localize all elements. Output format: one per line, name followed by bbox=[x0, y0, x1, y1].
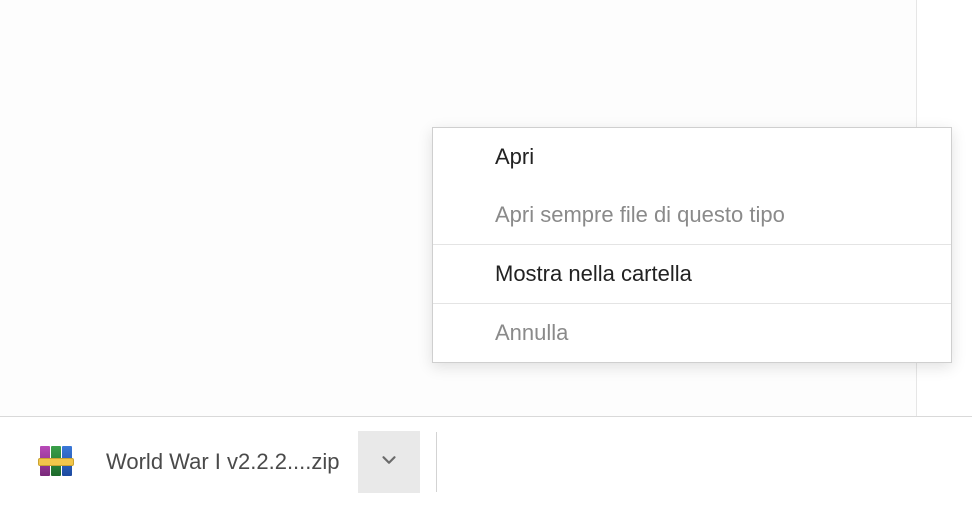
menu-show-in-folder[interactable]: Mostra nella cartella bbox=[433, 245, 951, 303]
download-options-button[interactable] bbox=[358, 431, 420, 493]
menu-cancel[interactable]: Annulla bbox=[433, 304, 951, 362]
download-item[interactable]: World War I v2.2.2....zip bbox=[38, 444, 340, 480]
shelf-separator bbox=[436, 432, 437, 492]
menu-open[interactable]: Apri bbox=[433, 128, 951, 186]
chevron-down-icon bbox=[378, 449, 400, 474]
download-shelf: World War I v2.2.2....zip bbox=[0, 416, 972, 506]
archive-file-icon bbox=[38, 444, 82, 480]
download-filename: World War I v2.2.2....zip bbox=[106, 449, 340, 475]
menu-always-open-file-type: Apri sempre file di questo tipo bbox=[433, 186, 951, 244]
download-context-menu: Apri Apri sempre file di questo tipo Mos… bbox=[432, 127, 952, 363]
